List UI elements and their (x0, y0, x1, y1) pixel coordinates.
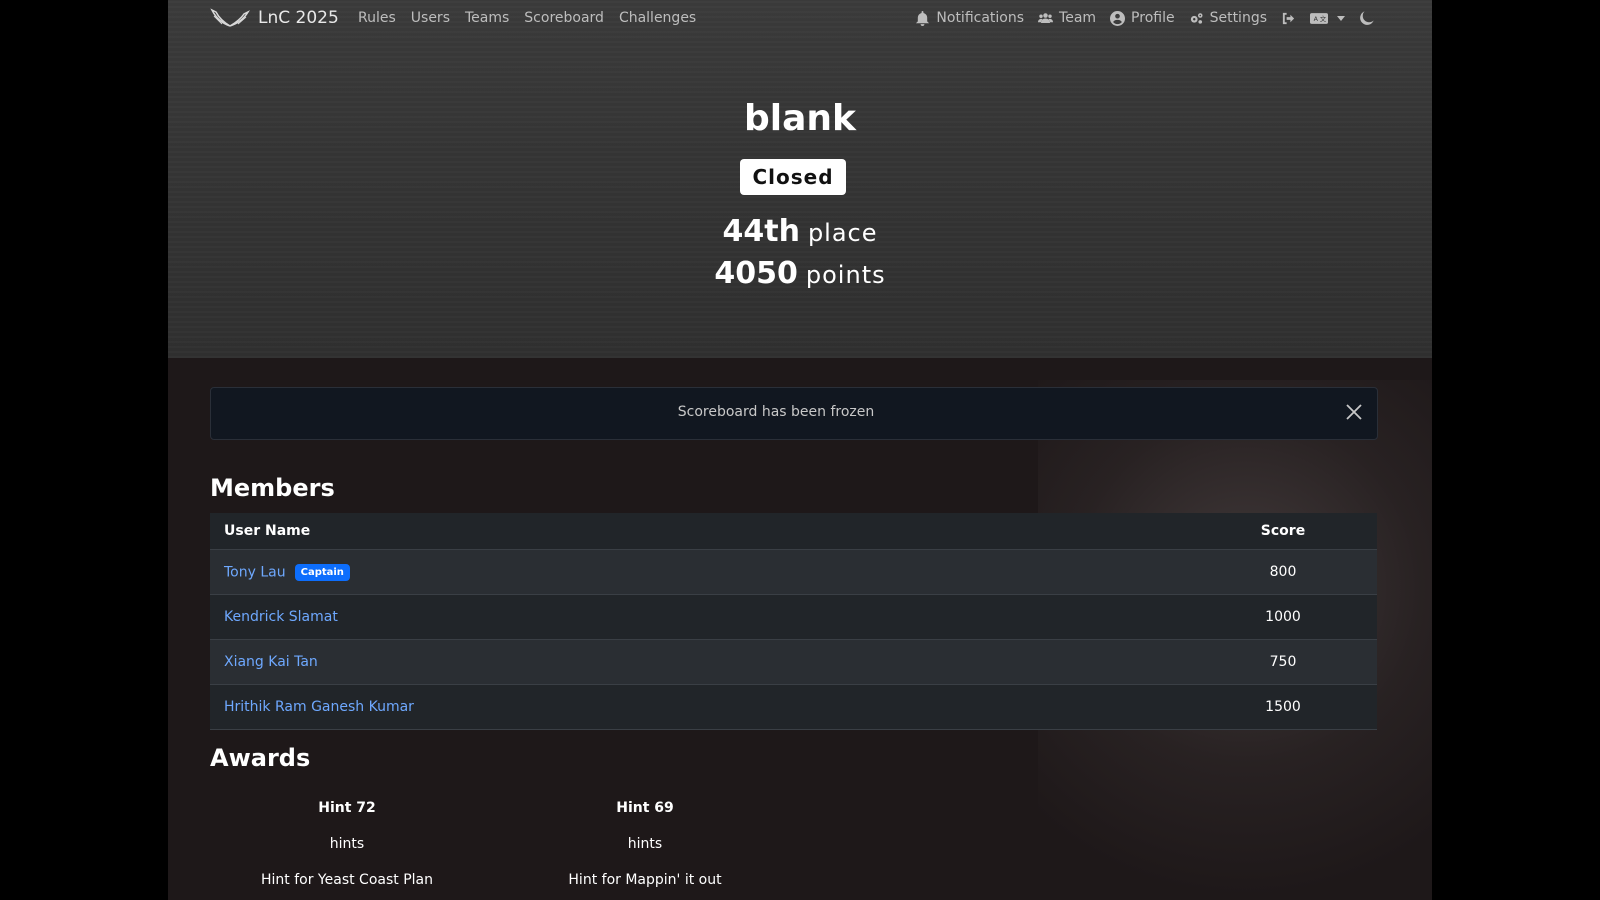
nav-notifications[interactable]: Notifications (915, 10, 1024, 26)
member-link[interactable]: Xiang Kai Tan (224, 654, 318, 670)
theme-toggle[interactable] (1359, 10, 1374, 26)
brand-logo-icon (210, 8, 250, 27)
member-score: 1000 (1189, 594, 1377, 640)
cogs-icon (1190, 12, 1203, 24)
nav-left-links: Rules Users Teams Scoreboard Challenges (358, 10, 696, 26)
bell-icon (916, 10, 930, 26)
nav-settings-label: Settings (1209, 10, 1267, 26)
nav-notifications-label: Notifications (936, 10, 1025, 26)
place-value: 44th (722, 214, 800, 249)
nav-profile[interactable]: Profile (1110, 10, 1175, 26)
scoreboard-frozen-alert: Scoreboard has been frozen (210, 387, 1378, 440)
column-header-score: Score (1189, 513, 1377, 550)
members-heading: Members (210, 474, 335, 502)
table-header-row: User Name Score (210, 513, 1377, 550)
members-table: User Name Score Tony Lau Captain 800 Kend… (210, 513, 1377, 730)
team-name: blank (744, 98, 856, 139)
nav-users[interactable]: Users (411, 10, 450, 26)
logout-button[interactable] (1281, 11, 1296, 26)
nav-profile-label: Profile (1131, 10, 1175, 26)
member-name-cell: Kendrick Slamat (210, 594, 1189, 640)
member-name-cell: Hrithik Ram Ganesh Kumar (210, 684, 1189, 730)
award-category: hints (329, 836, 365, 852)
captain-badge: Captain (294, 563, 350, 581)
nav-team-label: Team (1059, 10, 1097, 26)
brand-text: LnC 2025 (258, 8, 339, 28)
close-icon[interactable] (1345, 403, 1363, 421)
award-name: Hint 72 (318, 800, 376, 816)
nav-rules[interactable]: Rules (358, 10, 396, 26)
member-score: 750 (1189, 639, 1377, 685)
table-row: Kendrick Slamat 1000 (210, 594, 1377, 640)
table-row: Tony Lau Captain 800 (210, 549, 1377, 595)
award-card: Hint 72 hints Hint for Yeast Coast Plan (247, 800, 447, 888)
top-navbar: LnC 2025 Rules Users Teams Scoreboard Ch… (168, 0, 1432, 38)
member-name-cell: Tony Lau Captain (210, 549, 1189, 595)
points-value: 4050 (714, 256, 798, 291)
award-category: hints (627, 836, 663, 852)
nav-right-links: Notifications Team Profile Settings A文 (915, 10, 1374, 26)
nav-settings[interactable]: Settings (1189, 10, 1267, 26)
place-label: place (807, 219, 878, 247)
brand-link[interactable]: LnC 2025 (210, 6, 339, 30)
award-description: Hint for Yeast Coast Plan (261, 872, 433, 888)
column-header-user-name: User Name (210, 513, 1189, 550)
table-row: Hrithik Ram Ganesh Kumar 1500 (210, 684, 1377, 730)
moon-icon (1360, 10, 1374, 25)
nav-team[interactable]: Team (1038, 10, 1096, 26)
points-label: points (805, 261, 886, 289)
member-score: 1500 (1189, 684, 1377, 730)
member-link[interactable]: Tony Lau (224, 564, 286, 580)
chevron-down-icon (1337, 15, 1345, 21)
member-link[interactable]: Kendrick Slamat (224, 609, 338, 625)
member-link[interactable]: Hrithik Ram Ganesh Kumar (224, 699, 414, 715)
award-description: Hint for Mappin' it out (568, 872, 722, 888)
nav-teams[interactable]: Teams (465, 10, 509, 26)
awards-heading: Awards (210, 744, 311, 772)
nav-scoreboard[interactable]: Scoreboard (524, 10, 604, 26)
language-icon: A文 (1310, 12, 1328, 24)
alert-message: Scoreboard has been frozen (677, 404, 875, 420)
member-score: 800 (1189, 549, 1377, 595)
users-icon (1038, 12, 1054, 23)
language-dropdown[interactable]: A文 (1310, 11, 1345, 26)
award-name: Hint 69 (616, 800, 674, 816)
user-circle-icon (1110, 10, 1126, 26)
team-place: 44th place (168, 214, 1432, 249)
team-points: 4050 points (168, 256, 1432, 291)
svg-text:A: A (1314, 16, 1319, 23)
app-container: LnC 2025 Rules Users Teams Scoreboard Ch… (168, 0, 1432, 900)
member-name-cell: Xiang Kai Tan (210, 639, 1189, 685)
svg-text:文: 文 (1320, 14, 1327, 23)
sign-out-icon (1282, 12, 1295, 24)
team-status-badge: Closed (740, 159, 846, 195)
award-card: Hint 69 hints Hint for Mappin' it out (545, 800, 745, 888)
table-row: Xiang Kai Tan 750 (210, 639, 1377, 685)
nav-challenges[interactable]: Challenges (619, 10, 696, 26)
